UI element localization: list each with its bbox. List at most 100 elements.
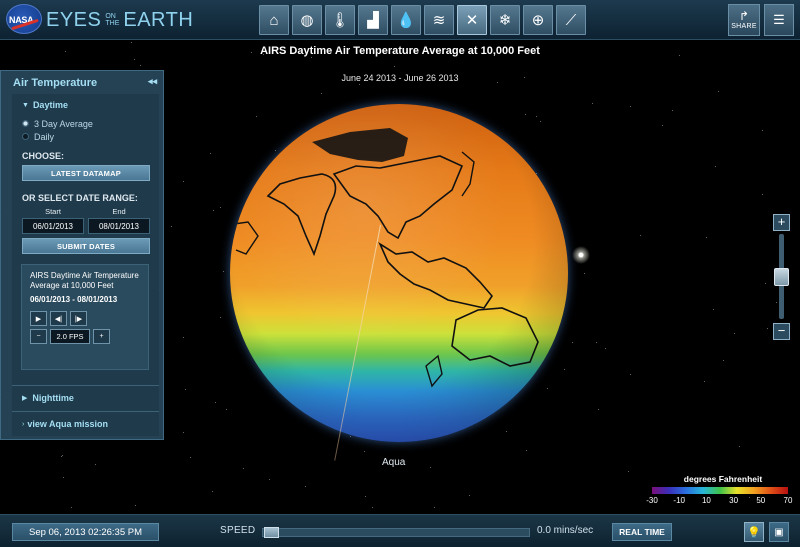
brand-word-the: THE — [105, 20, 120, 27]
select-date-range-label: OR SELECT DATE RANGE: — [22, 193, 138, 203]
star — [215, 402, 216, 403]
daytime-label: Daytime — [32, 100, 68, 110]
nav-home-button[interactable]: ⌂ — [259, 5, 289, 35]
fps-increase-button[interactable]: + — [93, 329, 110, 344]
category-nav: ⌂ ◍ 🌡 ▟ 💧 ≋ ✕ ❄ ⊕ ⟋ — [259, 5, 586, 35]
divider — [12, 385, 159, 386]
legend-tick-label: -10 — [673, 496, 685, 505]
star — [430, 467, 431, 468]
nav-snowflake-button[interactable]: ❄ — [490, 5, 520, 35]
star — [65, 51, 66, 52]
share-button[interactable]: ↱ SHARE — [728, 4, 760, 36]
star — [672, 110, 673, 111]
star — [365, 496, 366, 497]
current-datetime-button[interactable]: Sep 06, 2013 02:26:35 PM — [12, 523, 159, 541]
zoom-in-button[interactable]: + — [773, 214, 790, 231]
speed-slider-handle[interactable] — [264, 527, 279, 538]
star — [715, 166, 716, 167]
collapse-panel-icon[interactable]: ◂◂ — [148, 76, 157, 87]
radio-3-day-average[interactable]: 3 Day Average — [22, 117, 93, 130]
star — [776, 302, 777, 303]
star — [704, 381, 705, 382]
submit-dates-button[interactable]: SUBMIT DATES — [22, 238, 150, 254]
star — [210, 153, 211, 154]
lighting-toggle-button[interactable]: 💡 — [744, 522, 764, 542]
star — [213, 210, 214, 211]
star — [183, 181, 184, 182]
star — [394, 66, 395, 67]
star — [469, 495, 470, 496]
caret-right-icon: ▶ — [22, 395, 28, 402]
daytime-toggle[interactable]: ▼ Daytime — [22, 100, 68, 110]
star — [135, 505, 136, 506]
nav-water-drop-button[interactable]: 💧 — [391, 5, 421, 35]
radio-daily[interactable]: Daily — [22, 130, 93, 143]
brand-word-earth: EARTH — [123, 8, 194, 31]
satellite-icon: ✕ — [465, 12, 479, 29]
star — [662, 125, 663, 126]
latest-datamap-button[interactable]: LATEST DATAMAP — [22, 165, 150, 181]
star — [434, 507, 435, 508]
nasa-logo[interactable]: NASA — [6, 4, 42, 34]
sun — [572, 246, 590, 264]
start-date-input[interactable]: 06/01/2013 — [22, 218, 84, 234]
datamap-date-range: June 24 2013 - June 26 2013 — [341, 73, 459, 83]
eyes-on-the-earth-app: NASA EYES ON THE EARTH ⌂ ◍ 🌡 ▟ 💧 ≋ ✕ ❄ ⊕ ⟋ ↱ SHAR… — [0, 0, 800, 547]
zoom-out-button[interactable]: − — [773, 323, 790, 340]
speed-slider-track[interactable] — [262, 528, 530, 537]
animation-date-range: 06/01/2013 - 08/01/2013 — [30, 295, 118, 304]
radio-selected-icon — [22, 120, 29, 127]
nav-satellite-button[interactable]: ✕ — [457, 5, 487, 35]
nav-globe-button[interactable]: ◍ — [292, 5, 322, 35]
legend-tick-label: 30 — [729, 496, 739, 505]
nighttime-toggle[interactable]: ▶ Nighttime — [22, 393, 74, 403]
choose-label: CHOOSE: — [22, 151, 65, 161]
datamap-title: AIRS Daytime Air Temperature Average at … — [260, 45, 540, 57]
satellite-label[interactable]: Aqua — [382, 457, 405, 468]
star — [630, 106, 631, 107]
nav-chart-button[interactable]: ⟋ — [556, 5, 586, 35]
view-aqua-mission-link[interactable]: › view Aqua mission — [22, 419, 108, 429]
earth-globe[interactable] — [230, 104, 568, 442]
aqua-link-label: view Aqua mission — [27, 419, 109, 429]
factory-icon: ▟ — [367, 12, 379, 29]
star — [131, 42, 132, 43]
divider — [12, 411, 159, 412]
home-icon: ⌂ — [269, 11, 279, 29]
star — [311, 57, 312, 58]
menu-button[interactable]: ☰ — [764, 4, 794, 36]
panel-body: ▼ Daytime 3 Day Average Daily CHOOSE: LA… — [12, 94, 159, 436]
fullscreen-icon: ▣ — [774, 526, 784, 538]
app-brand-title: EYES ON THE EARTH — [46, 8, 193, 32]
play-button[interactable]: ▶ — [30, 311, 47, 326]
star — [679, 55, 680, 56]
share-arrow-icon: ↱ — [738, 8, 750, 23]
step-forward-button[interactable]: |▶ — [70, 311, 87, 326]
play-icon: ▶ — [35, 315, 42, 323]
zoom-slider-handle[interactable] — [774, 268, 789, 286]
legend-ticks: -30 -10 10 30 50 70 — [640, 496, 796, 506]
star — [220, 317, 221, 318]
star — [95, 464, 96, 465]
daytime-options: 3 Day Average Daily — [22, 117, 93, 143]
nav-factory-button[interactable]: ▟ — [358, 5, 388, 35]
fps-decrease-button[interactable]: − — [30, 329, 47, 344]
waves-icon: ≋ — [432, 12, 446, 29]
star — [630, 374, 631, 375]
star — [223, 271, 224, 272]
air-temperature-panel: Air Temperature ◂◂ ▼ Daytime 3 Day Avera… — [0, 70, 164, 440]
nav-thermometer-button[interactable]: 🌡 — [325, 5, 355, 35]
nav-grid-globe-button[interactable]: ⊕ — [523, 5, 553, 35]
real-time-button[interactable]: REAL TIME — [612, 523, 672, 541]
nighttime-label: Nighttime — [32, 393, 74, 403]
legend-tick-label: 50 — [756, 496, 766, 505]
end-date-input[interactable]: 08/01/2013 — [88, 218, 150, 234]
step-back-button[interactable]: ◀| — [50, 311, 67, 326]
fps-value: 2.0 FPS — [50, 329, 90, 344]
chevron-right-icon: › — [22, 420, 25, 428]
star — [734, 333, 735, 334]
nav-waves-button[interactable]: ≋ — [424, 5, 454, 35]
fullscreen-button[interactable]: ▣ — [769, 522, 789, 542]
star — [220, 207, 221, 208]
star — [134, 59, 135, 60]
